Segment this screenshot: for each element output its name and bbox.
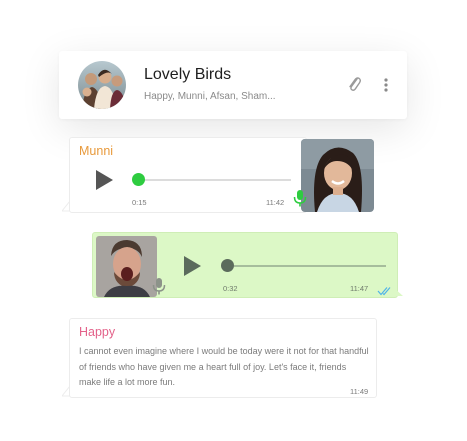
audio-progress-track[interactable] [141, 179, 291, 181]
message-bubble-munni: Munni 0:15 11:42 [69, 137, 307, 213]
message-bubble-happy: Happy I cannot even imagine where I woul… [69, 318, 377, 398]
munni-avatar[interactable] [301, 139, 374, 212]
kebab-menu-icon[interactable] [383, 77, 389, 93]
sender-name: Happy [79, 325, 116, 339]
audio-progress-track[interactable] [234, 265, 386, 267]
microphone-icon [151, 277, 167, 300]
message-text: I cannot even imagine where I would be t… [79, 346, 369, 387]
microphone-icon [292, 189, 308, 212]
sender-avatar[interactable] [96, 236, 157, 297]
play-icon[interactable] [94, 170, 114, 195]
group-avatar[interactable] [78, 61, 126, 109]
chat-title: Lovely Birds [144, 66, 232, 83]
chat-members: Happy, Munni, Afsan, Sham... [144, 91, 276, 102]
sender-name: Munni [79, 144, 114, 158]
audio-scrubber[interactable] [132, 173, 145, 186]
message-time: 11:42 [266, 198, 285, 207]
chat-header: Lovely Birds Happy, Munni, Afsan, Sham..… [59, 51, 407, 119]
message-time: 11:47 [350, 284, 369, 293]
bubble-tail [393, 287, 403, 296]
message-time: 11:49 [350, 387, 369, 396]
message-bubble-outgoing: 0:32 11:47 [92, 232, 398, 298]
play-icon[interactable] [182, 256, 202, 281]
paperclip-icon[interactable] [346, 75, 362, 93]
audio-duration: 0:15 [132, 198, 147, 207]
double-check-icon [377, 283, 393, 301]
audio-scrubber[interactable] [221, 259, 234, 272]
audio-duration: 0:32 [223, 284, 238, 293]
